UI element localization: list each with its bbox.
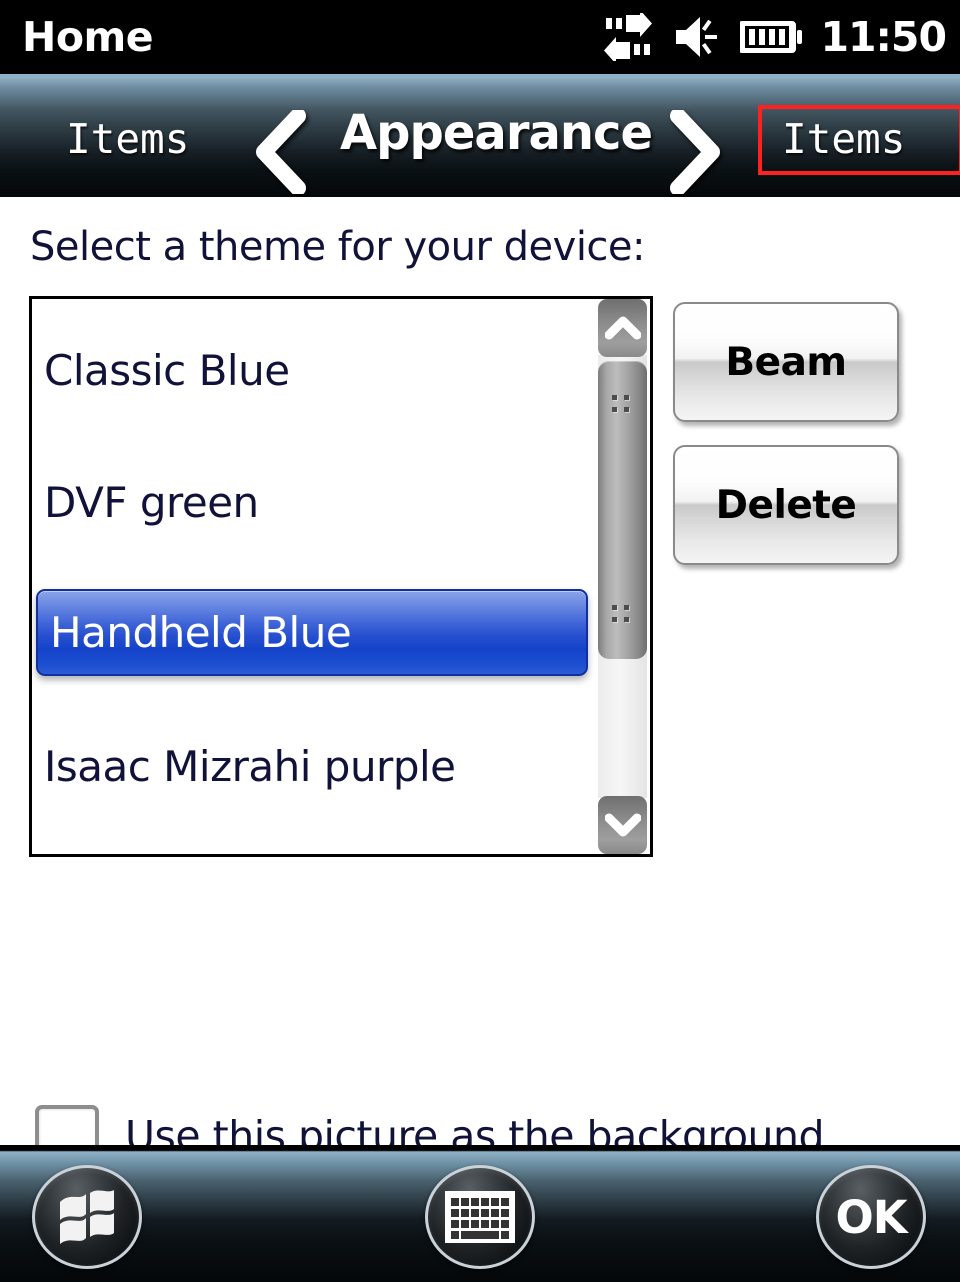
ok-button-label: OK — [835, 1190, 907, 1244]
chevron-right-icon[interactable] — [662, 110, 722, 194]
ok-button[interactable]: OK — [816, 1165, 926, 1269]
scrollbar-thumb[interactable] — [598, 361, 647, 659]
vertical-scrollbar[interactable] — [595, 299, 650, 854]
clock: 11:50 — [820, 12, 947, 61]
windows-start-icon — [60, 1190, 114, 1244]
battery-icon[interactable] — [740, 17, 803, 57]
page-title: Home — [22, 13, 154, 61]
list-item[interactable]: Classic Blue — [32, 327, 595, 414]
keyboard-button[interactable] — [425, 1165, 535, 1269]
taskbar: OK — [0, 1145, 960, 1282]
device-screen: Home 11:50 Items Appearance Items Select… — [0, 0, 960, 1282]
theme-list[interactable]: Classic Blue DVF green Handheld Blue Isa… — [29, 296, 653, 857]
scroll-up-button[interactable] — [598, 299, 647, 357]
volume-icon[interactable] — [674, 14, 722, 60]
chevron-left-icon[interactable] — [252, 110, 312, 194]
theme-list-items: Classic Blue DVF green Handheld Blue Isa… — [32, 299, 595, 854]
start-button[interactable] — [32, 1165, 142, 1269]
chevron-down-icon — [604, 813, 641, 837]
nav-title: Appearance — [340, 105, 653, 161]
focus-highlight-box — [758, 105, 960, 175]
status-icon-tray: 11:50 — [600, 0, 947, 74]
chevron-up-icon — [604, 316, 641, 340]
list-item[interactable]: DVF green — [32, 459, 595, 546]
data-connection-icon[interactable] — [600, 13, 656, 61]
title-bar: Home 11:50 — [0, 0, 960, 74]
grip-dots-icon — [612, 395, 632, 415]
list-item[interactable]: Isaac Mizrahi purple — [32, 723, 595, 810]
list-item-selected[interactable]: Handheld Blue — [36, 589, 588, 676]
keyboard-icon — [445, 1191, 515, 1243]
nav-previous-items-link[interactable]: Items — [66, 115, 189, 163]
scroll-down-button[interactable] — [598, 796, 647, 854]
instruction-label: Select a theme for your device: — [30, 224, 646, 270]
delete-button[interactable]: Delete — [673, 445, 899, 565]
beam-button[interactable]: Beam — [673, 302, 899, 422]
content-area: Select a theme for your device: Classic … — [0, 197, 960, 1282]
grip-dots-icon — [612, 605, 632, 625]
